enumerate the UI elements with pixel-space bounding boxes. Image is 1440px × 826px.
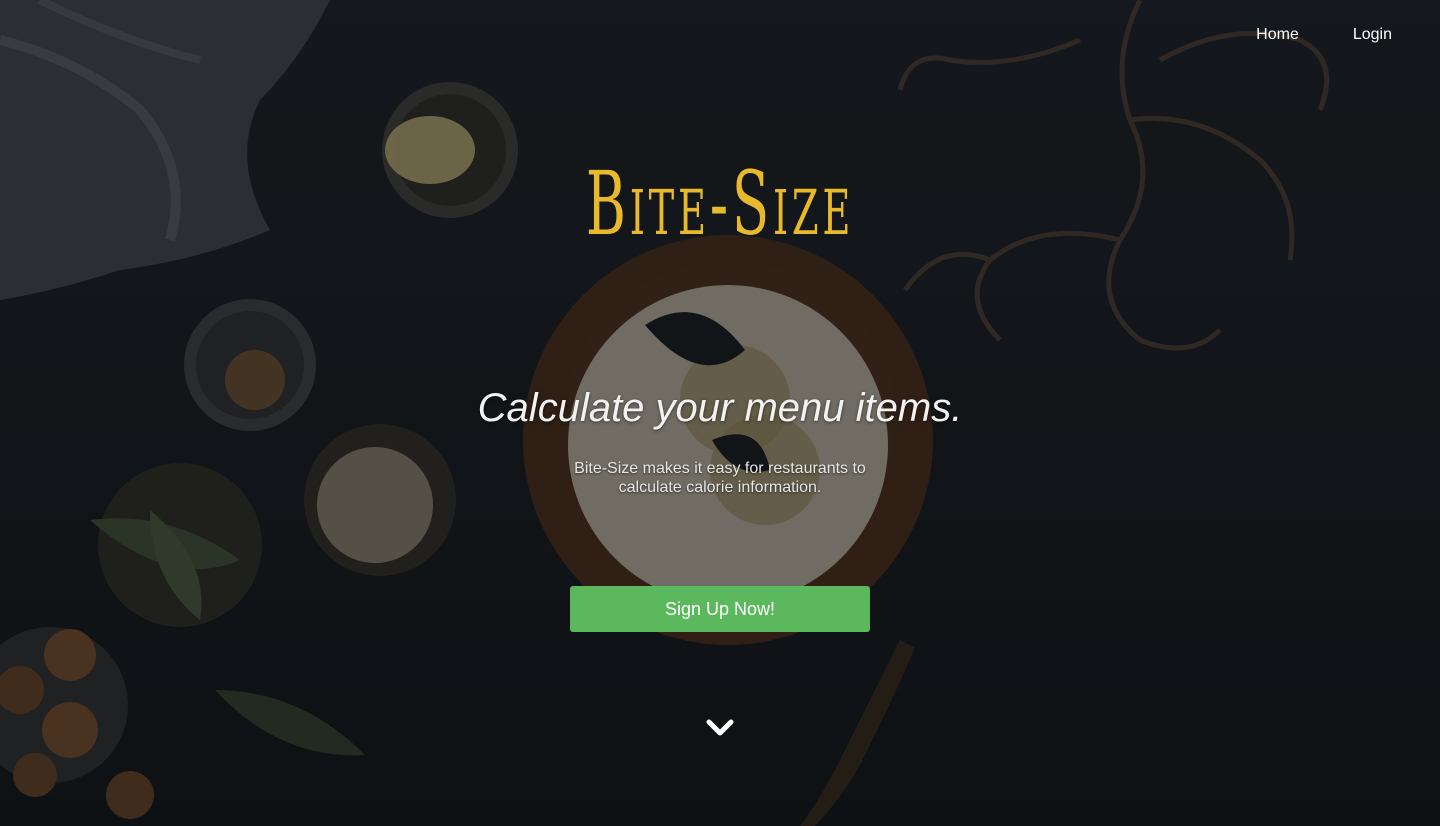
hero-subtext: Bite-Size makes it easy for restaurants … bbox=[574, 460, 866, 496]
brand-title: Bite-Size bbox=[585, 152, 855, 255]
hero-headline: Calculate your menu items. bbox=[477, 386, 963, 430]
nav-login-link[interactable]: Login bbox=[1353, 26, 1392, 44]
hero-section: Home Login Bite-Size Calculate your menu… bbox=[0, 0, 1440, 826]
chevron-down-icon[interactable] bbox=[704, 716, 736, 740]
nav-home-link[interactable]: Home bbox=[1256, 26, 1299, 44]
top-nav: Home Login bbox=[1256, 26, 1392, 44]
sign-up-button[interactable]: Sign Up Now! bbox=[570, 586, 870, 632]
